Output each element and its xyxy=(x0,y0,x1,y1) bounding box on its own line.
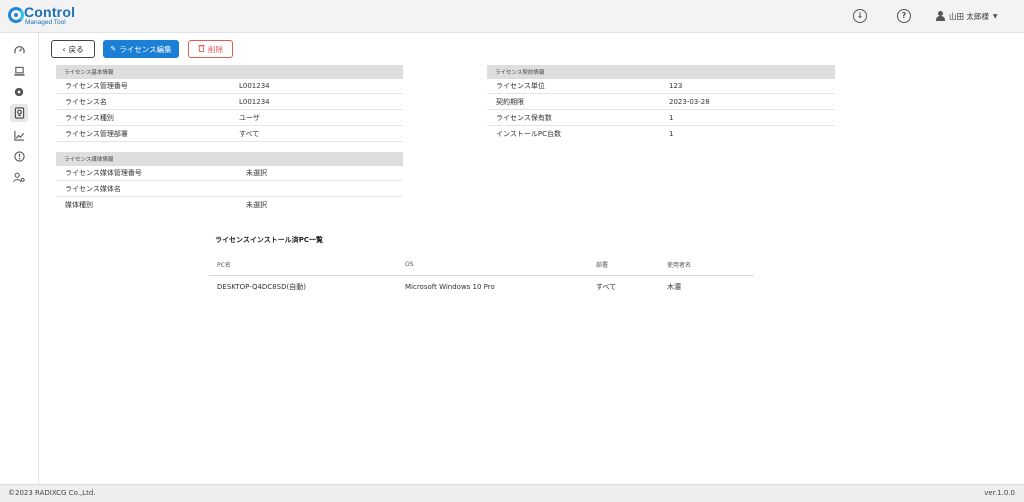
user-name: 山田 太郎様 xyxy=(949,11,989,21)
logo-title: Control xyxy=(24,4,76,20)
table-row: ライセンス管理番号 L001234 xyxy=(56,79,403,94)
download-icon[interactable]: ↓ xyxy=(853,9,867,23)
trash-icon xyxy=(198,44,205,54)
app-logo[interactable]: Control Managed Tool xyxy=(8,5,98,27)
disc-icon[interactable] xyxy=(12,85,26,99)
row-value: すべて xyxy=(239,130,260,138)
column-header-os[interactable]: OS xyxy=(405,254,414,275)
license-contract-header: ライセンス契約情報 xyxy=(487,65,835,79)
row-value: 123 xyxy=(669,82,683,90)
alert-icon[interactable] xyxy=(12,149,26,163)
row-value: 未選択 xyxy=(246,200,267,209)
row-label: ライセンス種別 xyxy=(65,114,114,122)
copyright: ©2023 RADIXCG Co.,Ltd. xyxy=(8,489,96,497)
logo-mark-icon xyxy=(8,7,24,23)
row-value: ユーザ xyxy=(239,114,260,122)
row-value: L001234 xyxy=(239,98,270,106)
column-header-pc-name[interactable]: PC名 xyxy=(217,254,231,275)
chevron-down-icon: ▼ xyxy=(992,12,998,20)
row-value: 1 xyxy=(669,114,674,122)
help-icon[interactable]: ? xyxy=(897,9,911,23)
license-icon[interactable] xyxy=(10,104,28,122)
row-label: ライセンス保有数 xyxy=(496,114,552,122)
row-value: L001234 xyxy=(239,82,270,90)
column-header-user-name[interactable]: 使用者名 xyxy=(667,254,691,275)
back-button[interactable]: ‹ 戻る xyxy=(51,40,95,58)
row-value: 1 xyxy=(669,129,674,138)
delete-button[interactable]: 削除 xyxy=(188,40,233,58)
row-label: ライセンス管理番号 xyxy=(65,82,128,90)
table-row: 媒体種別 未選択 xyxy=(56,197,403,212)
delete-button-label: 削除 xyxy=(208,44,223,54)
table-row: ライセンス種別 ユーザ xyxy=(56,111,403,126)
license-basic-header: ライセンス基本情報 xyxy=(56,65,403,79)
table-row: 契約期限 2023-03-28 xyxy=(487,95,835,110)
column-header-department[interactable]: 部署 xyxy=(596,254,608,275)
row-label: インストールPC台数 xyxy=(496,129,561,138)
cell-department: すべて xyxy=(596,283,617,291)
logo-subtitle: Managed Tool xyxy=(25,19,66,26)
chevron-left-icon: ‹ xyxy=(62,44,66,54)
back-button-label: 戻る xyxy=(68,44,84,54)
table-row: ライセンス媒体管理番号 未選択 xyxy=(56,166,403,181)
report-chart-icon[interactable] xyxy=(12,128,26,142)
dashboard-icon[interactable] xyxy=(12,43,26,57)
version: ver.1.0.0 xyxy=(984,489,1015,497)
installed-list-title: ライセンスインストール済PC一覧 xyxy=(215,236,323,244)
table-row: インストールPC台数 1 xyxy=(487,126,835,141)
row-label: ライセンス管理部署 xyxy=(65,130,128,138)
table-row: ライセンス単位 123 xyxy=(487,79,835,94)
edit-license-button[interactable]: ✎ ライセンス編集 xyxy=(103,40,179,58)
license-media-header: ライセンス媒体情報 xyxy=(56,152,403,166)
row-label: ライセンス単位 xyxy=(496,82,545,90)
row-label: ライセンス名 xyxy=(65,98,107,106)
row-label: ライセンス媒体名 xyxy=(65,185,121,193)
user-settings-icon[interactable] xyxy=(12,170,26,184)
edit-license-button-label: ライセンス編集 xyxy=(119,44,172,54)
sidebar xyxy=(0,33,39,484)
row-value: 2023-03-28 xyxy=(669,98,710,106)
row-label: 契約期限 xyxy=(496,98,524,106)
table-row: ライセンス媒体名 xyxy=(56,182,403,197)
table-row: ライセンス名 L001234 xyxy=(56,95,403,110)
user-icon xyxy=(936,11,945,21)
app-footer: ©2023 RADIXCG Co.,Ltd. ver.1.0.0 xyxy=(0,484,1024,502)
cell-os: Microsoft Windows 10 Pro xyxy=(405,283,495,291)
installed-list-header: PC名 OS 部署 使用者名 xyxy=(209,254,754,276)
cell-pc-name: DESKTOP-Q4DC8SD(自動) xyxy=(217,283,306,291)
table-row[interactable]: DESKTOP-Q4DC8SD(自動) Microsoft Windows 10… xyxy=(209,277,754,297)
row-label: 媒体種別 xyxy=(65,200,93,209)
pencil-icon: ✎ xyxy=(110,45,117,53)
pc-icon[interactable] xyxy=(12,64,26,78)
app-header: Control Managed Tool ↓ ? 山田 太郎様 ▼ xyxy=(0,0,1024,33)
user-menu[interactable]: 山田 太郎様 ▼ xyxy=(936,10,998,22)
row-label: ライセンス媒体管理番号 xyxy=(65,169,142,177)
cell-user-name: 木濃 xyxy=(667,283,681,291)
table-row: ライセンス管理部署 すべて xyxy=(56,127,403,142)
row-value: 未選択 xyxy=(246,169,267,177)
table-row: ライセンス保有数 1 xyxy=(487,111,835,126)
